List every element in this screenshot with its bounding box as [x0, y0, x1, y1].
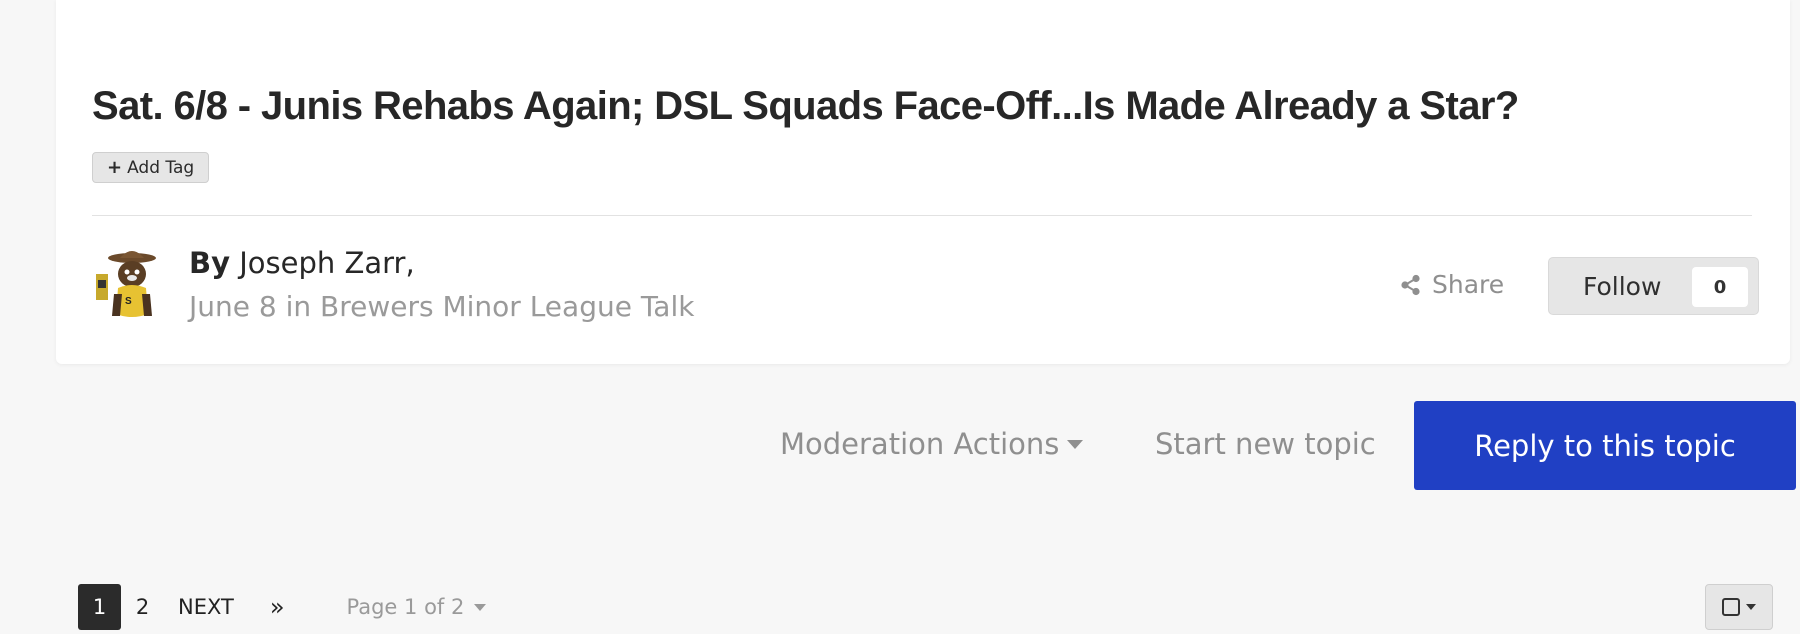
plus-icon: + [107, 157, 123, 178]
moderation-actions-dropdown[interactable]: Moderation Actions [780, 427, 1084, 461]
svg-text:S: S [125, 296, 132, 307]
author-name[interactable]: Joseph Zarr, [239, 246, 414, 280]
add-tag-label: Add Tag [127, 157, 195, 178]
pagination: 1 2 NEXT » Page 1 of 2 [78, 584, 487, 630]
page-title: Sat. 6/8 - Junis Rehabs Again; DSL Squad… [92, 84, 1519, 128]
caret-down-icon [474, 603, 487, 611]
page-link-1[interactable]: 1 [78, 584, 121, 630]
start-new-topic-button[interactable]: Start new topic [1155, 427, 1376, 461]
avatar-image: S [92, 244, 170, 322]
author-prefix: By [189, 246, 231, 280]
multi-select-button[interactable] [1705, 584, 1773, 630]
moderation-actions-label: Moderation Actions [780, 427, 1060, 461]
share-button[interactable]: Share [1400, 270, 1504, 299]
last-page-icon[interactable]: » [270, 593, 285, 621]
share-label: Share [1432, 270, 1505, 299]
avatar[interactable]: S [92, 244, 170, 322]
checkbox-icon [1722, 598, 1740, 616]
follow-label: Follow [1583, 271, 1662, 301]
add-tag-button[interactable]: + Add Tag [92, 152, 210, 183]
reply-to-topic-button[interactable]: Reply to this topic [1414, 401, 1796, 490]
page-link-2[interactable]: 2 [121, 584, 164, 630]
topic-meta: June 8 in Brewers Minor League Talk [189, 290, 695, 323]
divider [92, 215, 1752, 216]
follow-count: 0 [1692, 267, 1748, 307]
follow-button[interactable]: Follow 0 [1548, 257, 1759, 315]
page-jump-label: Page 1 of 2 [346, 595, 465, 619]
author-byline: By Joseph Zarr, [189, 246, 415, 280]
caret-down-icon [1067, 439, 1084, 449]
next-page-link[interactable]: NEXT [178, 595, 234, 619]
caret-down-icon [1746, 604, 1756, 610]
share-icon [1401, 274, 1420, 295]
page-jump-dropdown[interactable]: Page 1 of 2 [347, 595, 487, 619]
